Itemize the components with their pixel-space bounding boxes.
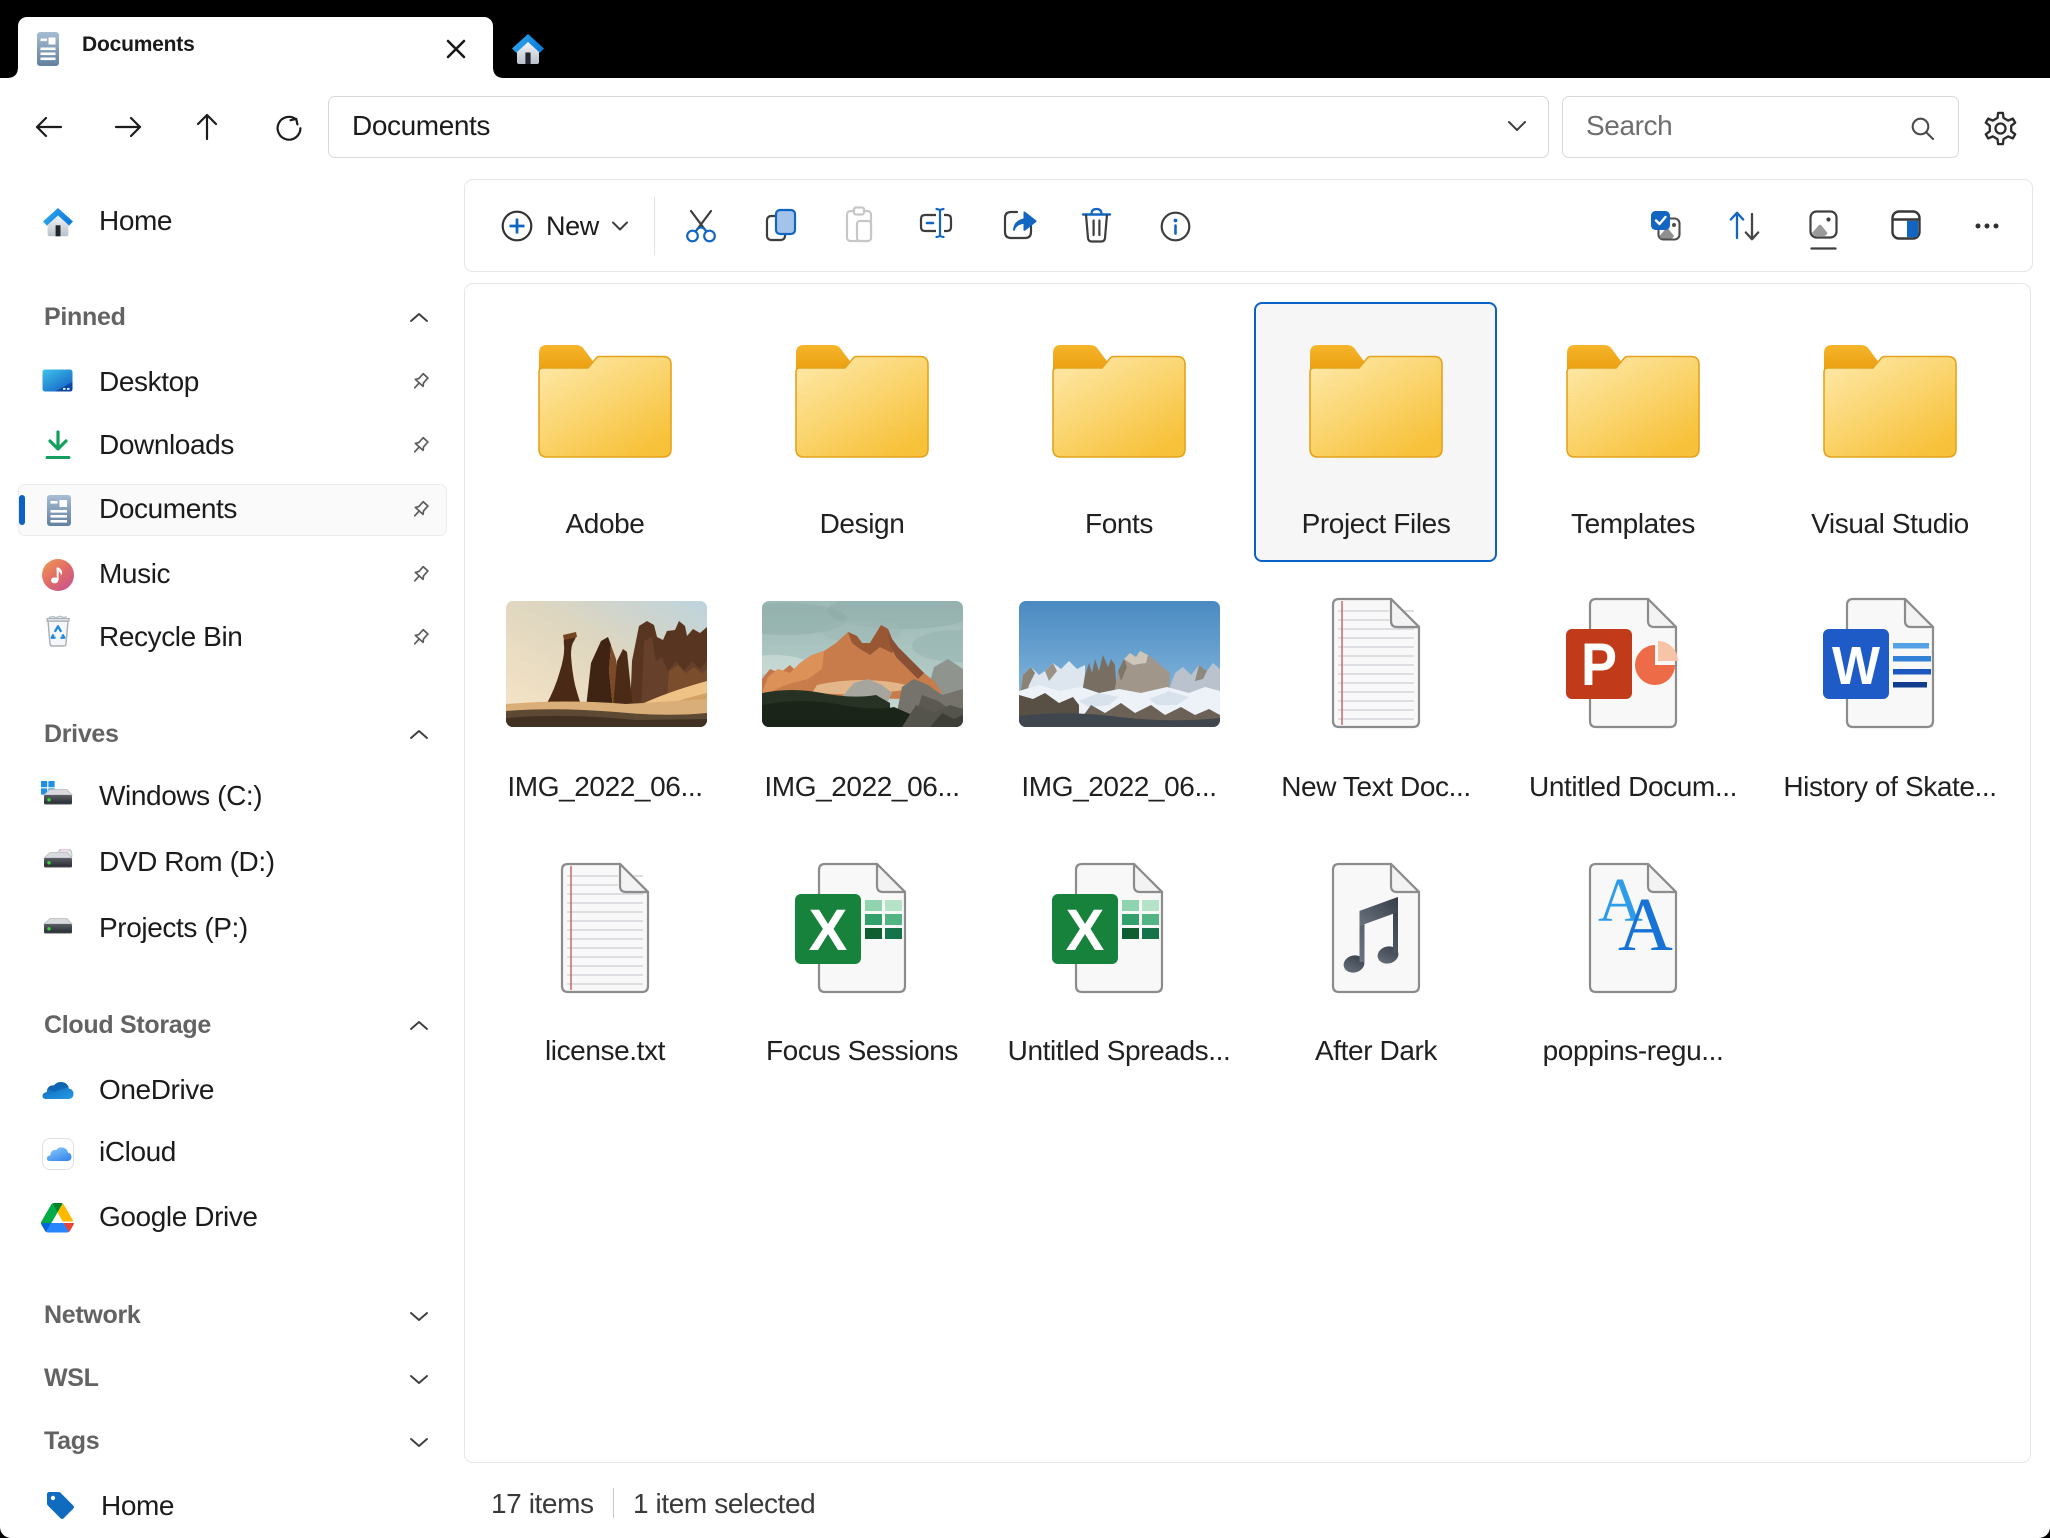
svg-text:X: X [809,898,848,963]
svg-text:P: P [1581,631,1617,698]
svg-text:X: X [1066,898,1105,963]
svg-text:W: W [1832,636,1880,696]
svg-text:A: A [1618,883,1673,967]
